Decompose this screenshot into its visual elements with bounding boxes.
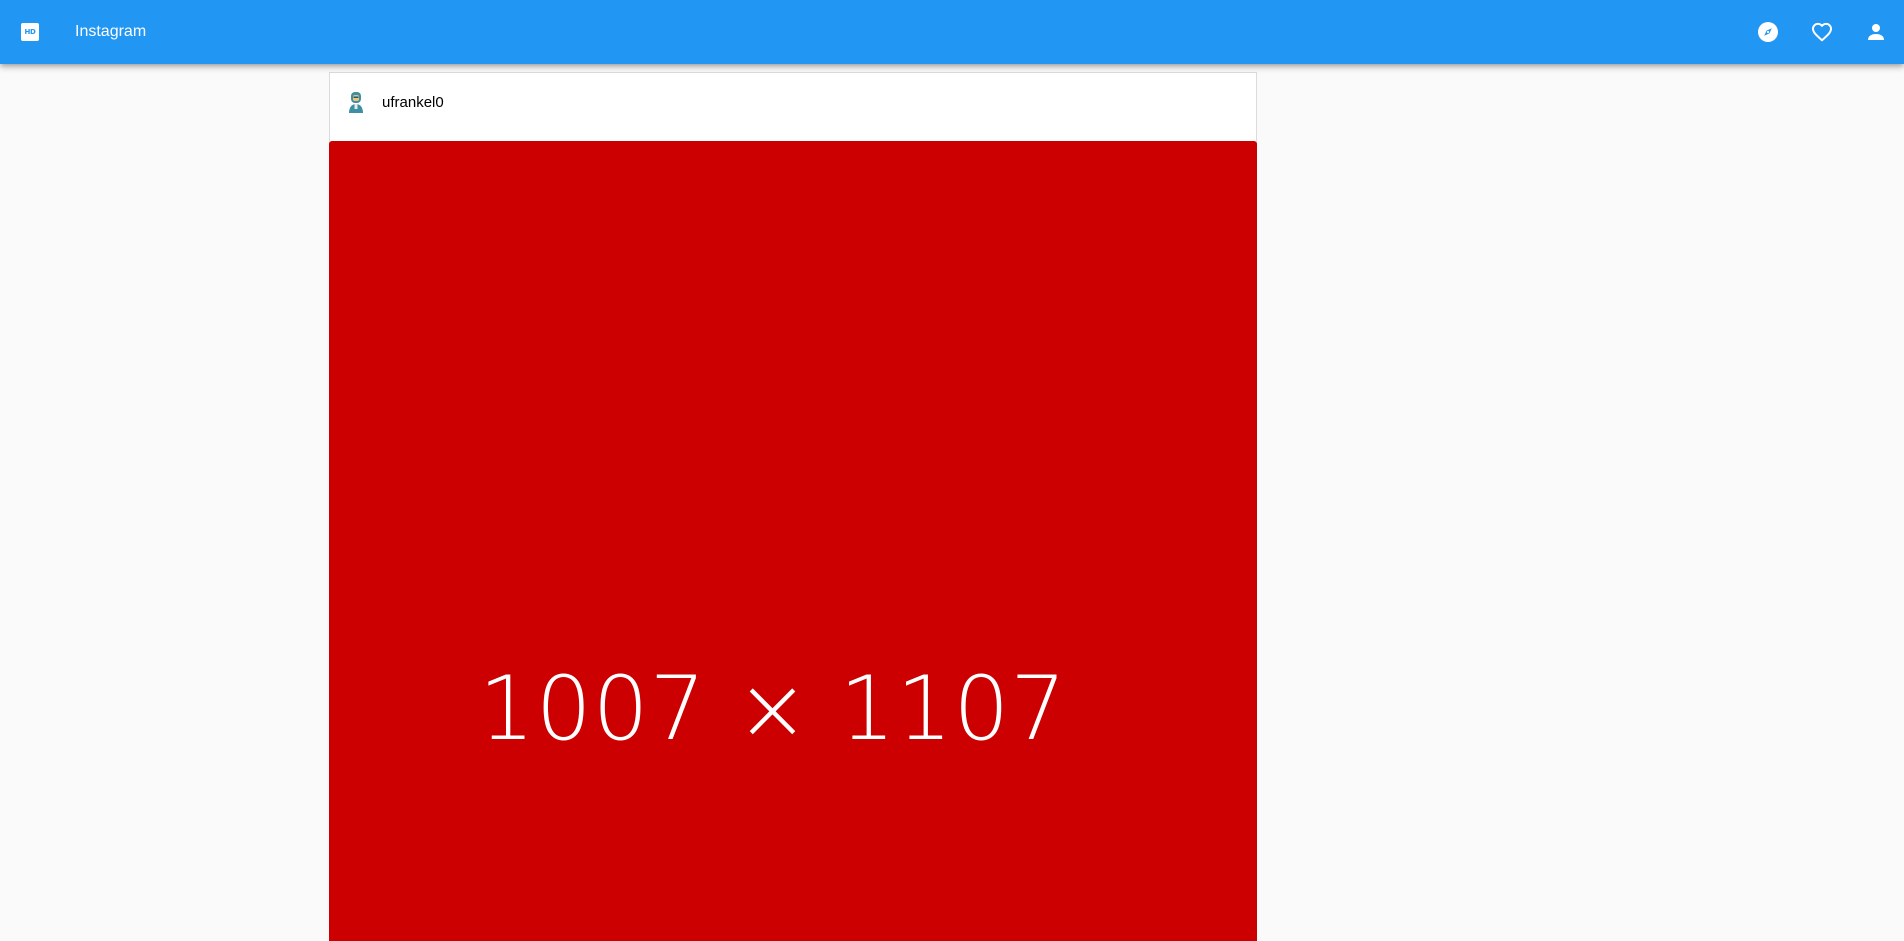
heart-icon — [1812, 22, 1832, 42]
app-title: Instagram — [75, 23, 147, 40]
profile-button[interactable] — [1858, 14, 1894, 50]
user-avatar[interactable] — [344, 90, 368, 114]
explore-icon — [1758, 22, 1778, 42]
image-placeholder-label: 1007 × 1107 — [478, 657, 1068, 760]
post-card: ufrankel0 1007 × 1107 — [329, 72, 1257, 941]
explore-button[interactable] — [1750, 14, 1786, 50]
activity-button[interactable] — [1804, 14, 1840, 50]
hd-logo-icon: HD — [21, 23, 39, 41]
post-username[interactable]: ufrankel0 — [382, 94, 444, 112]
post-image: 1007 × 1107 — [329, 141, 1257, 941]
app-bar: HD Instagram — [0, 0, 1904, 64]
post-header: ufrankel0 — [330, 73, 1256, 141]
app-logo[interactable]: HD — [12, 14, 48, 50]
person-icon — [1868, 24, 1884, 40]
avatar-icon — [349, 92, 363, 113]
